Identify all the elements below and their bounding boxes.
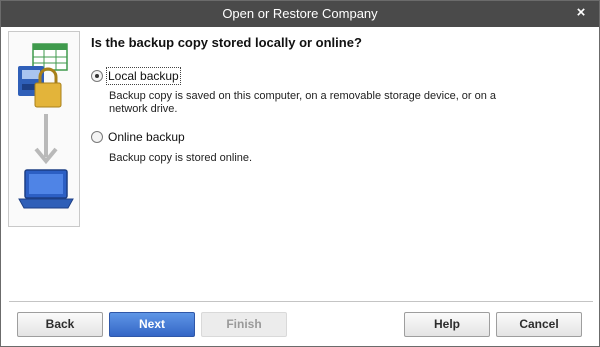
local-backup-radio[interactable] bbox=[91, 70, 103, 82]
local-backup-label[interactable]: Local backup bbox=[106, 67, 181, 85]
finish-button[interactable]: Finish bbox=[201, 312, 287, 337]
next-button[interactable]: Next bbox=[109, 312, 195, 337]
cancel-button[interactable]: Cancel bbox=[496, 312, 582, 337]
local-backup-description-line2: network drive. bbox=[109, 103, 178, 115]
online-backup-description: Backup copy is stored online. bbox=[109, 152, 253, 164]
help-button[interactable]: Help bbox=[404, 312, 490, 337]
open-restore-dialog: Open or Restore Company × Is the backup … bbox=[0, 0, 600, 347]
question-heading: Is the backup copy stored locally or onl… bbox=[91, 35, 362, 50]
padlock-icon bbox=[34, 67, 62, 108]
laptop-icon bbox=[18, 169, 74, 209]
down-arrow-icon bbox=[34, 114, 58, 165]
back-button[interactable]: Back bbox=[17, 312, 103, 337]
online-backup-label[interactable]: Online backup bbox=[108, 130, 185, 144]
side-illustration-panel bbox=[8, 31, 80, 227]
title-bar: Open or Restore Company × bbox=[1, 1, 599, 27]
local-backup-description-line1: Backup copy is saved on this computer, o… bbox=[109, 90, 497, 102]
close-button[interactable]: × bbox=[571, 1, 591, 27]
online-backup-radio[interactable] bbox=[91, 131, 103, 143]
footer-divider bbox=[9, 301, 593, 302]
window-title: Open or Restore Company bbox=[222, 6, 378, 21]
